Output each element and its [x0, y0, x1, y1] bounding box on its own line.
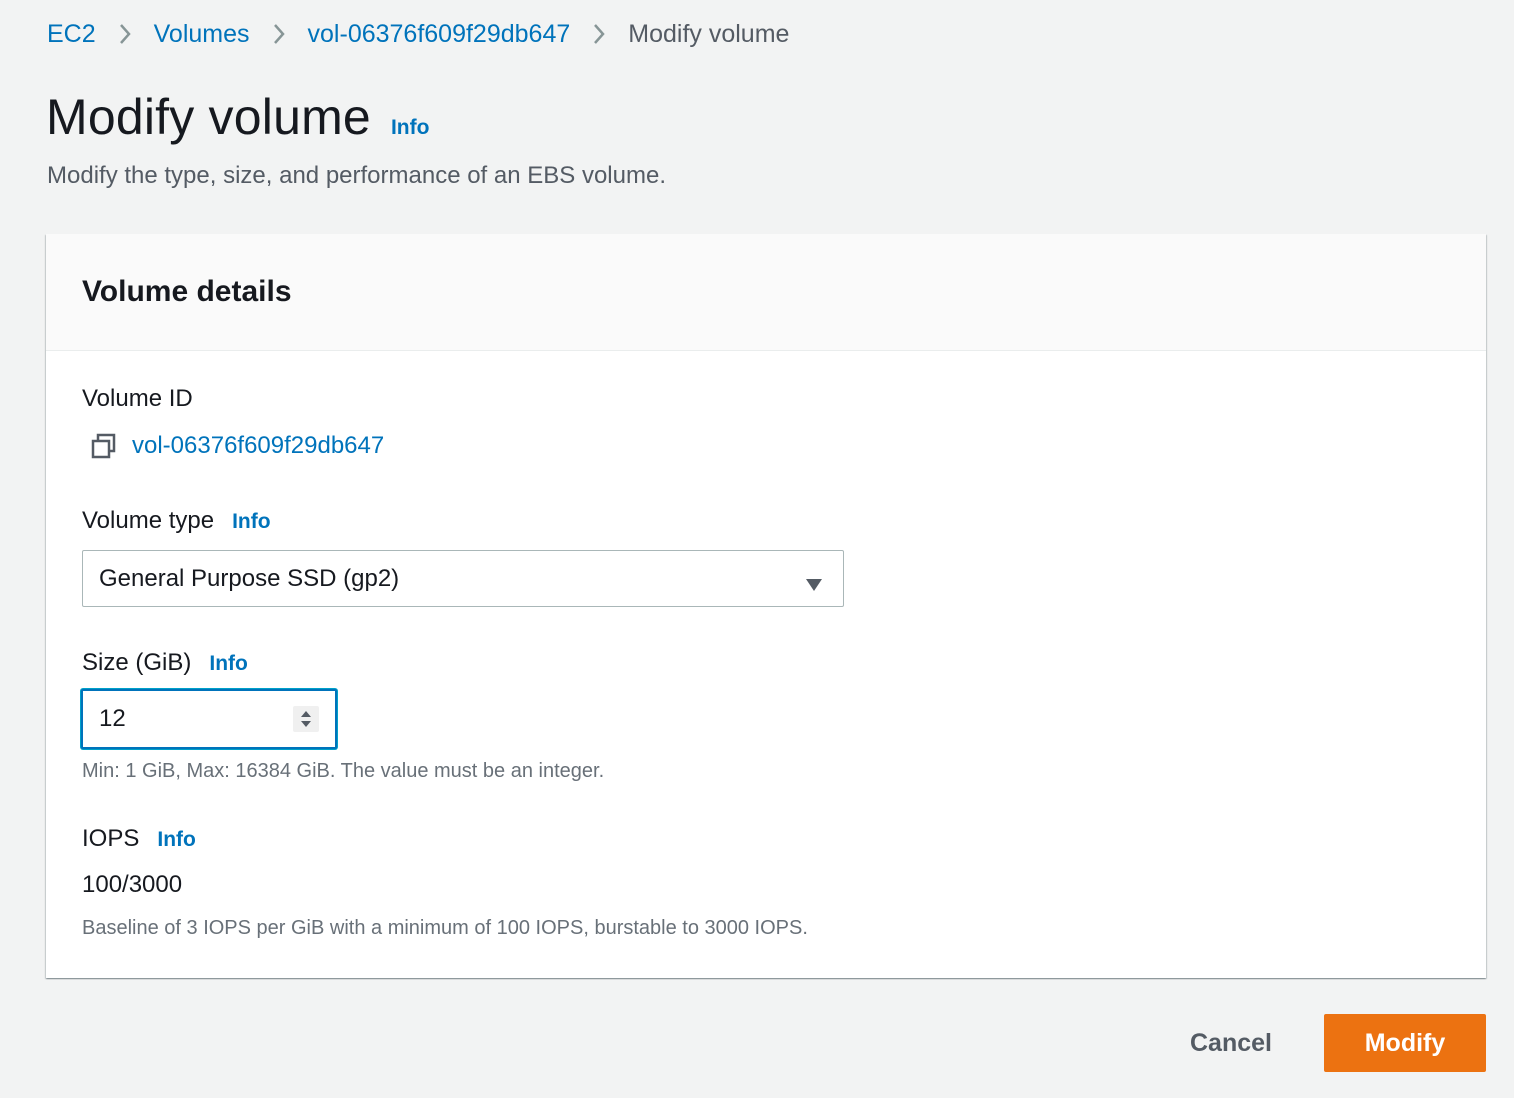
cancel-button[interactable]: Cancel	[1174, 1014, 1288, 1072]
chevron-right-icon	[272, 23, 286, 45]
page-title: Modify volume	[46, 89, 371, 145]
size-label-text: Size (GiB)	[82, 649, 192, 676]
breadcrumb-volume-id-link[interactable]: vol-06376f609f29db647	[308, 20, 571, 49]
volume-type-info-link[interactable]: Info	[232, 510, 270, 534]
volume-type-label-text: Volume type	[82, 507, 215, 534]
volume-type-select[interactable]: General Purpose SSD (gp2)	[82, 550, 844, 607]
volume-id-row: vol-06376f609f29db647	[90, 432, 384, 460]
copy-icon[interactable]	[90, 432, 118, 460]
volume-details-panel: Volume details Volume ID vol-06376f609f2…	[46, 234, 1486, 978]
volume-id-label: Volume ID	[82, 385, 193, 413]
stepper-icon[interactable]	[293, 706, 319, 732]
iops-label-text: IOPS	[82, 825, 140, 852]
size-help-text: Min: 1 GiB, Max: 16384 GiB. The value mu…	[82, 760, 605, 782]
panel-title: Volume details	[82, 275, 292, 308]
chevron-right-icon	[592, 23, 606, 45]
volume-type-selected-value: General Purpose SSD (gp2)	[99, 564, 400, 592]
size-input[interactable]: 12	[81, 689, 337, 749]
size-input-value: 12	[99, 705, 126, 732]
breadcrumb-volumes-link[interactable]: Volumes	[154, 20, 250, 49]
volume-id-label-text: Volume ID	[82, 385, 193, 412]
page-header: Modify volume Info	[46, 88, 429, 146]
modify-button[interactable]: Modify	[1324, 1014, 1486, 1072]
chevron-right-icon	[118, 23, 132, 45]
iops-value: 100/3000	[82, 871, 183, 898]
panel-header: Volume details	[46, 234, 1486, 351]
iops-label: IOPS Info	[82, 825, 196, 853]
caret-down-icon	[805, 571, 823, 599]
page-description: Modify the type, size, and performance o…	[47, 162, 666, 189]
size-info-link[interactable]: Info	[209, 652, 247, 676]
volume-id-link[interactable]: vol-06376f609f29db647	[132, 432, 384, 460]
size-label: Size (GiB) Info	[82, 649, 248, 677]
breadcrumb-ec2-link[interactable]: EC2	[47, 20, 96, 49]
title-info-link[interactable]: Info	[391, 116, 429, 140]
breadcrumb-current: Modify volume	[628, 19, 790, 48]
volume-type-label: Volume type Info	[82, 507, 271, 535]
iops-info-link[interactable]: Info	[157, 828, 195, 852]
iops-help-text: Baseline of 3 IOPS per GiB with a minimu…	[82, 917, 808, 939]
breadcrumb: EC2 Volumes vol-06376f609f29db647 Modify…	[47, 18, 789, 50]
